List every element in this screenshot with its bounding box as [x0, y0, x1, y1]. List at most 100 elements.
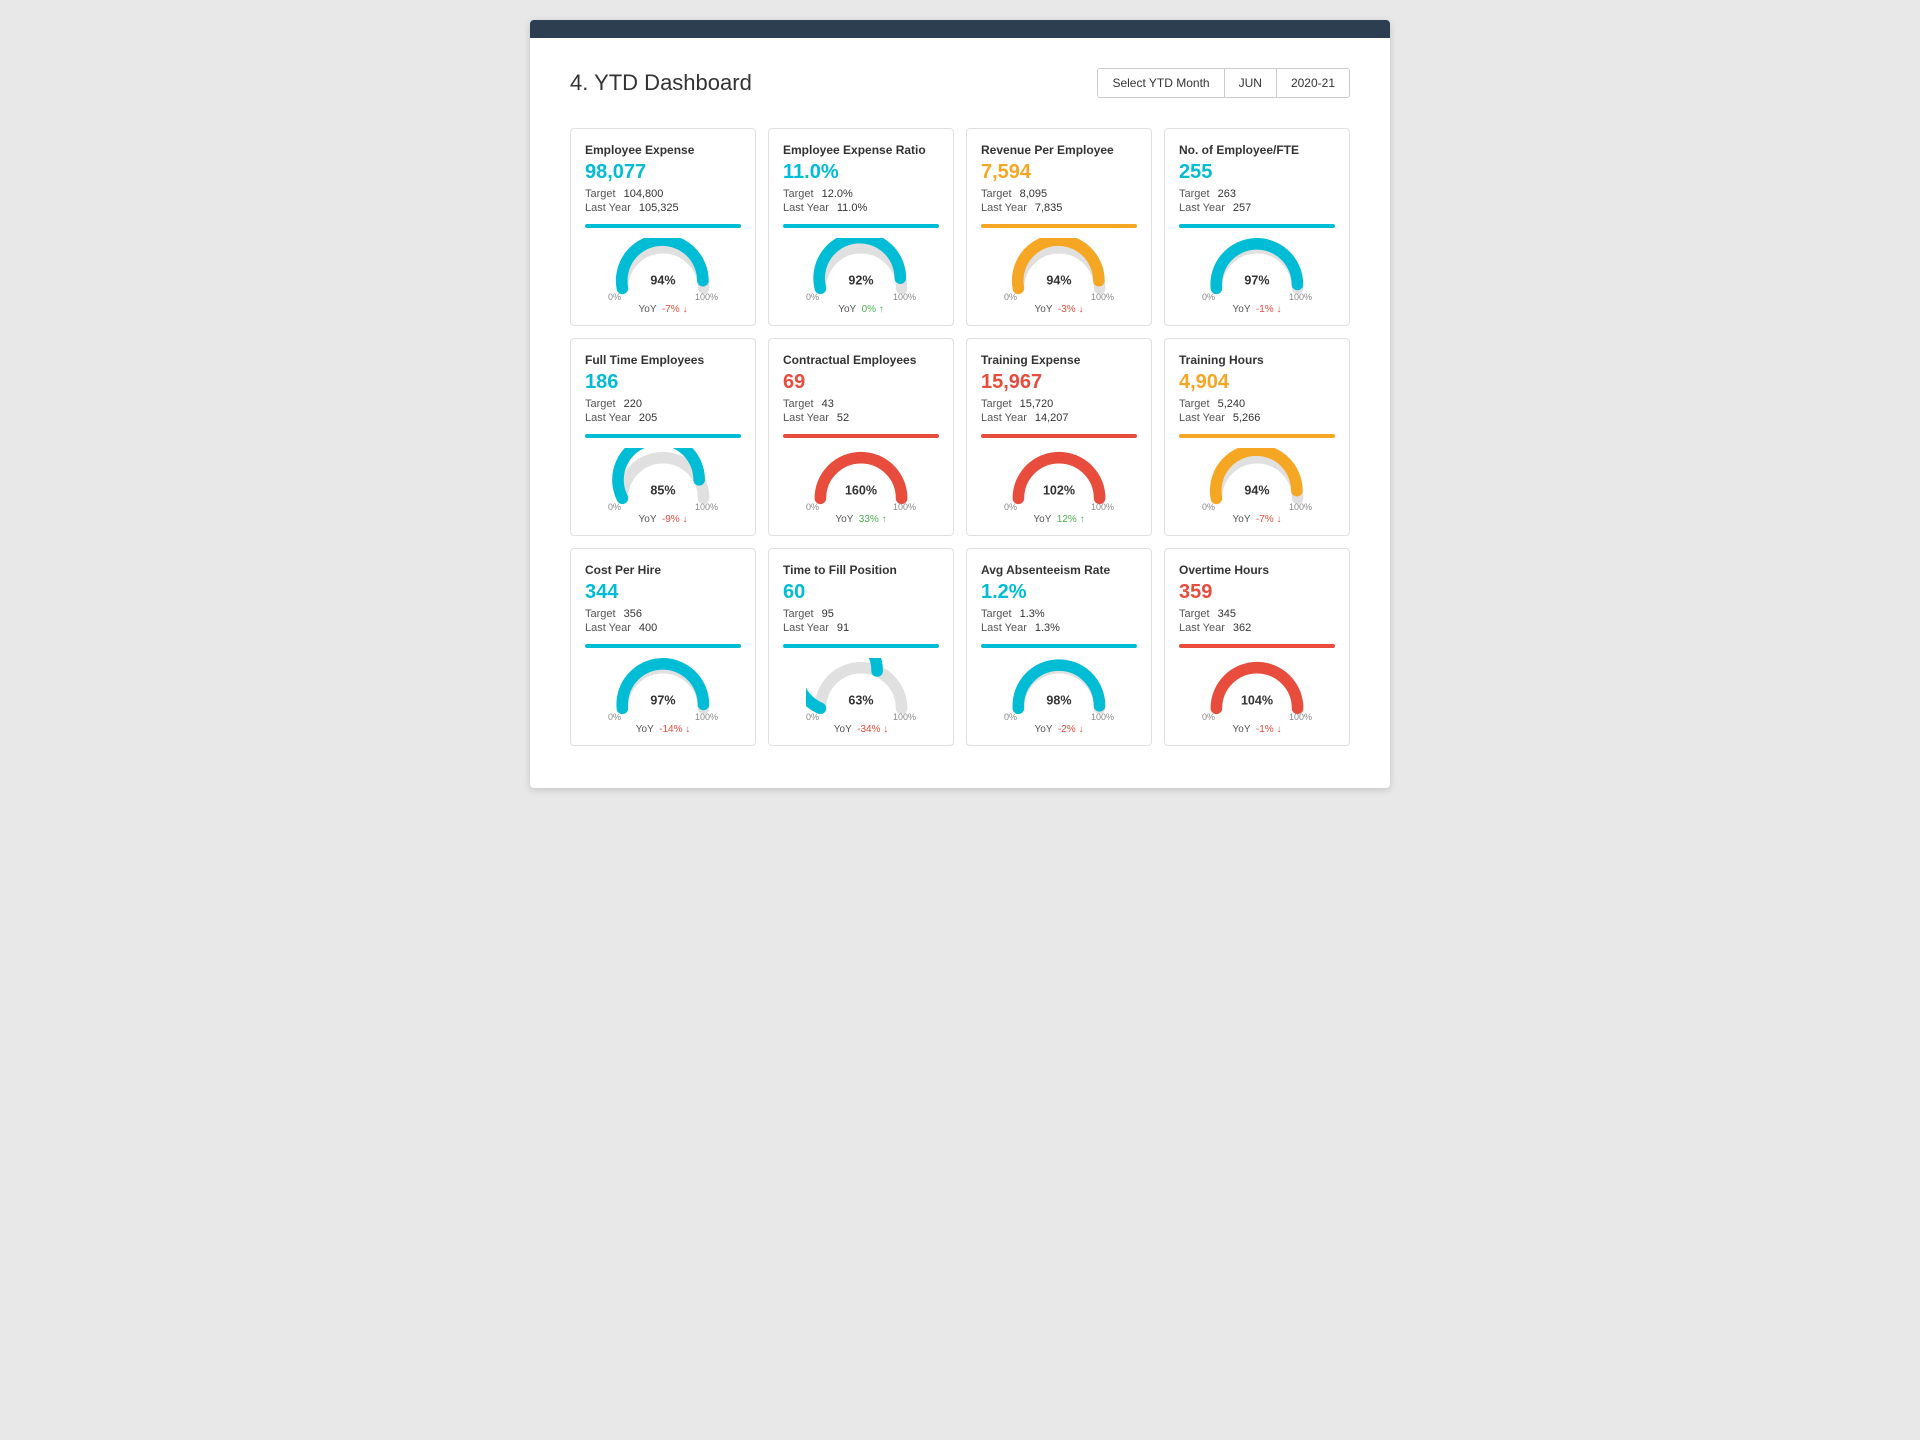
card-target-row-no-employees-fte: Target 263 [1179, 188, 1335, 200]
card-overtime-hours: Overtime Hours 359 Target 345 Last Year … [1164, 548, 1350, 746]
card-lastyear-row-training-hours: Last Year 5,266 [1179, 412, 1335, 424]
card-training-hours: Training Hours 4,904 Target 5,240 Last Y… [1164, 338, 1350, 536]
card-value-revenue-per-employee: 7,594 [981, 161, 1137, 184]
yoy-row-avg-absenteeism: YoY -2% ↓ [1035, 724, 1084, 735]
gauge-svg: 98% [1004, 658, 1114, 716]
card-lastyear-row-employee-expense: Last Year 105,325 [585, 202, 741, 214]
card-employee-expense-ratio: Employee Expense Ratio 11.0% Target 12.0… [768, 128, 954, 326]
yoy-row-employee-expense: YoY -7% ↓ [639, 304, 688, 315]
yoy-row-time-to-fill: YoY -34% ↓ [834, 724, 888, 735]
yoy-row-employee-expense-ratio: YoY 0% ↑ [838, 304, 884, 315]
cards-row-1: Full Time Employees 186 Target 220 Last … [570, 338, 1350, 536]
card-lastyear-row-contractual-employees: Last Year 52 [783, 412, 939, 424]
yoy-row-overtime-hours: YoY -1% ↓ [1233, 724, 1282, 735]
yoy-row-contractual-employees: YoY 33% ↑ [835, 514, 886, 525]
card-bar-contractual-employees [783, 434, 939, 438]
card-employee-expense: Employee Expense 98,077 Target 104,800 L… [570, 128, 756, 326]
card-title-revenue-per-employee: Revenue Per Employee [981, 143, 1137, 157]
svg-text:94%: 94% [1046, 273, 1071, 287]
card-title-overtime-hours: Overtime Hours [1179, 563, 1335, 577]
card-bar-avg-absenteeism [981, 644, 1137, 648]
gauge-area-overtime-hours: 104% 0% 100% YoY -1% ↓ [1179, 658, 1335, 735]
gauge-labels-employee-expense: 0% 100% [608, 292, 718, 302]
gauge-svg: 97% [608, 658, 718, 716]
card-lastyear-row-overtime-hours: Last Year 362 [1179, 622, 1335, 634]
gauge-labels-overtime-hours: 0% 100% [1202, 712, 1312, 722]
gauge-labels-cost-per-hire: 0% 100% [608, 712, 718, 722]
svg-text:102%: 102% [1043, 483, 1075, 497]
card-target-row-full-time-employees: Target 220 [585, 398, 741, 410]
month-button[interactable]: JUN [1225, 69, 1277, 97]
svg-text:104%: 104% [1241, 693, 1273, 707]
svg-text:92%: 92% [848, 273, 873, 287]
card-bar-employee-expense [585, 224, 741, 228]
cards-row-2: Cost Per Hire 344 Target 356 Last Year 4… [570, 548, 1350, 746]
gauge-svg: 94% [1202, 448, 1312, 506]
gauge-area-time-to-fill: 63% 0% 100% YoY -34% ↓ [783, 658, 939, 735]
dashboard-content: 4. YTD Dashboard Select YTD Month JUN 20… [530, 38, 1390, 788]
svg-text:98%: 98% [1046, 693, 1071, 707]
gauge-area-avg-absenteeism: 98% 0% 100% YoY -2% ↓ [981, 658, 1137, 735]
card-title-employee-expense-ratio: Employee Expense Ratio [783, 143, 939, 157]
card-title-no-employees-fte: No. of Employee/FTE [1179, 143, 1335, 157]
card-contractual-employees: Contractual Employees 69 Target 43 Last … [768, 338, 954, 536]
cards-container: Employee Expense 98,077 Target 104,800 L… [570, 128, 1350, 746]
card-bar-training-hours [1179, 434, 1335, 438]
card-title-time-to-fill: Time to Fill Position [783, 563, 939, 577]
card-title-full-time-employees: Full Time Employees [585, 353, 741, 367]
card-target-row-revenue-per-employee: Target 8,095 [981, 188, 1137, 200]
svg-text:94%: 94% [650, 273, 675, 287]
card-bar-full-time-employees [585, 434, 741, 438]
svg-text:97%: 97% [650, 693, 675, 707]
page-title: 4. YTD Dashboard [570, 70, 752, 96]
card-bar-overtime-hours [1179, 644, 1335, 648]
card-time-to-fill: Time to Fill Position 60 Target 95 Last … [768, 548, 954, 746]
card-value-no-employees-fte: 255 [1179, 161, 1335, 184]
svg-text:160%: 160% [845, 483, 877, 497]
card-target-row-employee-expense: Target 104,800 [585, 188, 741, 200]
card-lastyear-row-no-employees-fte: Last Year 257 [1179, 202, 1335, 214]
gauge-labels-training-expense: 0% 100% [1004, 502, 1114, 512]
header-controls: Select YTD Month JUN 2020-21 [1097, 68, 1350, 98]
card-target-row-cost-per-hire: Target 356 [585, 608, 741, 620]
card-title-contractual-employees: Contractual Employees [783, 353, 939, 367]
gauge-svg: 85% [608, 448, 718, 506]
card-lastyear-row-avg-absenteeism: Last Year 1.3% [981, 622, 1137, 634]
top-bar [530, 20, 1390, 38]
svg-text:63%: 63% [848, 693, 873, 707]
gauge-svg: 104% [1202, 658, 1312, 716]
gauge-labels-time-to-fill: 0% 100% [806, 712, 916, 722]
gauge-labels-full-time-employees: 0% 100% [608, 502, 718, 512]
card-target-row-employee-expense-ratio: Target 12.0% [783, 188, 939, 200]
dashboard-container: 4. YTD Dashboard Select YTD Month JUN 20… [530, 20, 1390, 788]
card-bar-time-to-fill [783, 644, 939, 648]
card-training-expense: Training Expense 15,967 Target 15,720 La… [966, 338, 1152, 536]
gauge-svg: 92% [806, 238, 916, 296]
card-lastyear-row-training-expense: Last Year 14,207 [981, 412, 1137, 424]
card-target-row-overtime-hours: Target 345 [1179, 608, 1335, 620]
svg-text:85%: 85% [650, 483, 675, 497]
card-lastyear-row-full-time-employees: Last Year 205 [585, 412, 741, 424]
card-target-row-avg-absenteeism: Target 1.3% [981, 608, 1137, 620]
card-value-training-expense: 15,967 [981, 371, 1137, 394]
card-bar-training-expense [981, 434, 1137, 438]
card-target-row-time-to-fill: Target 95 [783, 608, 939, 620]
yoy-row-revenue-per-employee: YoY -3% ↓ [1035, 304, 1084, 315]
card-bar-no-employees-fte [1179, 224, 1335, 228]
card-value-avg-absenteeism: 1.2% [981, 581, 1137, 604]
gauge-area-training-hours: 94% 0% 100% YoY -7% ↓ [1179, 448, 1335, 525]
card-lastyear-row-employee-expense-ratio: Last Year 11.0% [783, 202, 939, 214]
gauge-svg: 94% [1004, 238, 1114, 296]
card-title-avg-absenteeism: Avg Absenteeism Rate [981, 563, 1137, 577]
card-value-training-hours: 4,904 [1179, 371, 1335, 394]
card-title-employee-expense: Employee Expense [585, 143, 741, 157]
gauge-svg: 63% [806, 658, 916, 716]
card-cost-per-hire: Cost Per Hire 344 Target 356 Last Year 4… [570, 548, 756, 746]
card-value-employee-expense-ratio: 11.0% [783, 161, 939, 184]
year-button[interactable]: 2020-21 [1277, 69, 1349, 97]
cards-row-0: Employee Expense 98,077 Target 104,800 L… [570, 128, 1350, 326]
select-ytd-month-button[interactable]: Select YTD Month [1098, 69, 1224, 97]
svg-text:97%: 97% [1244, 273, 1269, 287]
card-avg-absenteeism: Avg Absenteeism Rate 1.2% Target 1.3% La… [966, 548, 1152, 746]
gauge-labels-avg-absenteeism: 0% 100% [1004, 712, 1114, 722]
